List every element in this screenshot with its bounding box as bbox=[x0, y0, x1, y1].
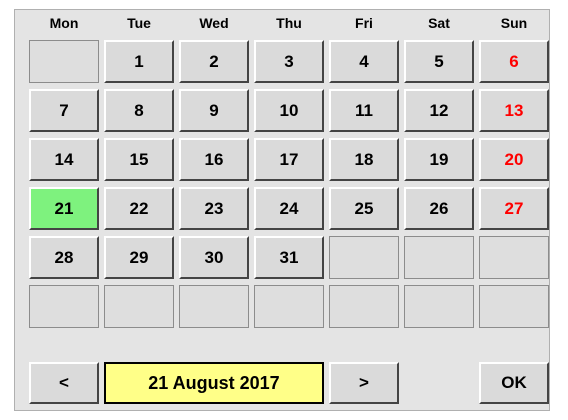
day-button-12[interactable]: 12 bbox=[404, 89, 474, 132]
current-date-display: 21 August 2017 bbox=[104, 362, 324, 404]
day-button-6[interactable]: 6 bbox=[479, 40, 549, 83]
day-button-20[interactable]: 20 bbox=[479, 138, 549, 181]
day-button-26[interactable]: 26 bbox=[404, 187, 474, 230]
day-button-19[interactable]: 19 bbox=[404, 138, 474, 181]
empty-day-cell bbox=[29, 285, 99, 328]
day-button-21[interactable]: 21 bbox=[29, 187, 99, 230]
empty-day-cell bbox=[329, 285, 399, 328]
day-button-22[interactable]: 22 bbox=[104, 187, 174, 230]
day-button-30[interactable]: 30 bbox=[179, 236, 249, 279]
weekday-header-row: Mon Tue Wed Thu Fri Sat Sun bbox=[29, 10, 549, 36]
day-button-25[interactable]: 25 bbox=[329, 187, 399, 230]
day-button-23[interactable]: 23 bbox=[179, 187, 249, 230]
day-button-29[interactable]: 29 bbox=[104, 236, 174, 279]
empty-day-cell bbox=[29, 40, 99, 83]
empty-day-cell bbox=[104, 285, 174, 328]
weekday-mon: Mon bbox=[49, 15, 79, 31]
day-button-14[interactable]: 14 bbox=[29, 138, 99, 181]
day-button-15[interactable]: 15 bbox=[104, 138, 174, 181]
day-button-4[interactable]: 4 bbox=[329, 40, 399, 83]
empty-day-cell bbox=[479, 236, 549, 279]
empty-day-cell bbox=[179, 285, 249, 328]
weekday-wed: Wed bbox=[199, 15, 229, 31]
day-button-16[interactable]: 16 bbox=[179, 138, 249, 181]
weekday-sat: Sat bbox=[428, 15, 450, 31]
day-button-5[interactable]: 5 bbox=[404, 40, 474, 83]
ok-button[interactable]: OK bbox=[479, 362, 549, 404]
day-button-3[interactable]: 3 bbox=[254, 40, 324, 83]
empty-day-cell bbox=[329, 236, 399, 279]
empty-day-cell bbox=[404, 236, 474, 279]
next-month-button[interactable]: > bbox=[329, 362, 399, 404]
day-button-24[interactable]: 24 bbox=[254, 187, 324, 230]
day-button-31[interactable]: 31 bbox=[254, 236, 324, 279]
day-button-8[interactable]: 8 bbox=[104, 89, 174, 132]
day-grid: 1 2 3 4 5 6 7 8 9 10 11 12 13 14 15 16 17 18 19 20 21 22 23 24 2… bbox=[29, 40, 549, 340]
day-button-1[interactable]: 1 bbox=[104, 40, 174, 83]
day-button-2[interactable]: 2 bbox=[179, 40, 249, 83]
day-button-28[interactable]: 28 bbox=[29, 236, 99, 279]
day-button-13[interactable]: 13 bbox=[479, 89, 549, 132]
weekday-tue: Tue bbox=[127, 15, 151, 31]
weekday-thu: Thu bbox=[276, 15, 302, 31]
day-button-11[interactable]: 11 bbox=[329, 89, 399, 132]
day-button-27[interactable]: 27 bbox=[479, 187, 549, 230]
empty-day-cell bbox=[254, 285, 324, 328]
empty-day-cell bbox=[404, 285, 474, 328]
day-button-17[interactable]: 17 bbox=[254, 138, 324, 181]
weekday-sun: Sun bbox=[500, 15, 528, 31]
empty-day-cell bbox=[479, 285, 549, 328]
weekday-fri: Fri bbox=[355, 15, 373, 31]
calendar-panel: Mon Tue Wed Thu Fri Sat Sun 1 2 3 4 5 6 7 8 9 10 1… bbox=[14, 9, 550, 411]
day-button-9[interactable]: 9 bbox=[179, 89, 249, 132]
day-button-7[interactable]: 7 bbox=[29, 89, 99, 132]
day-button-18[interactable]: 18 bbox=[329, 138, 399, 181]
calendar-footer: < 21 August 2017 > OK bbox=[29, 362, 549, 406]
previous-month-button[interactable]: < bbox=[29, 362, 99, 404]
day-button-10[interactable]: 10 bbox=[254, 89, 324, 132]
